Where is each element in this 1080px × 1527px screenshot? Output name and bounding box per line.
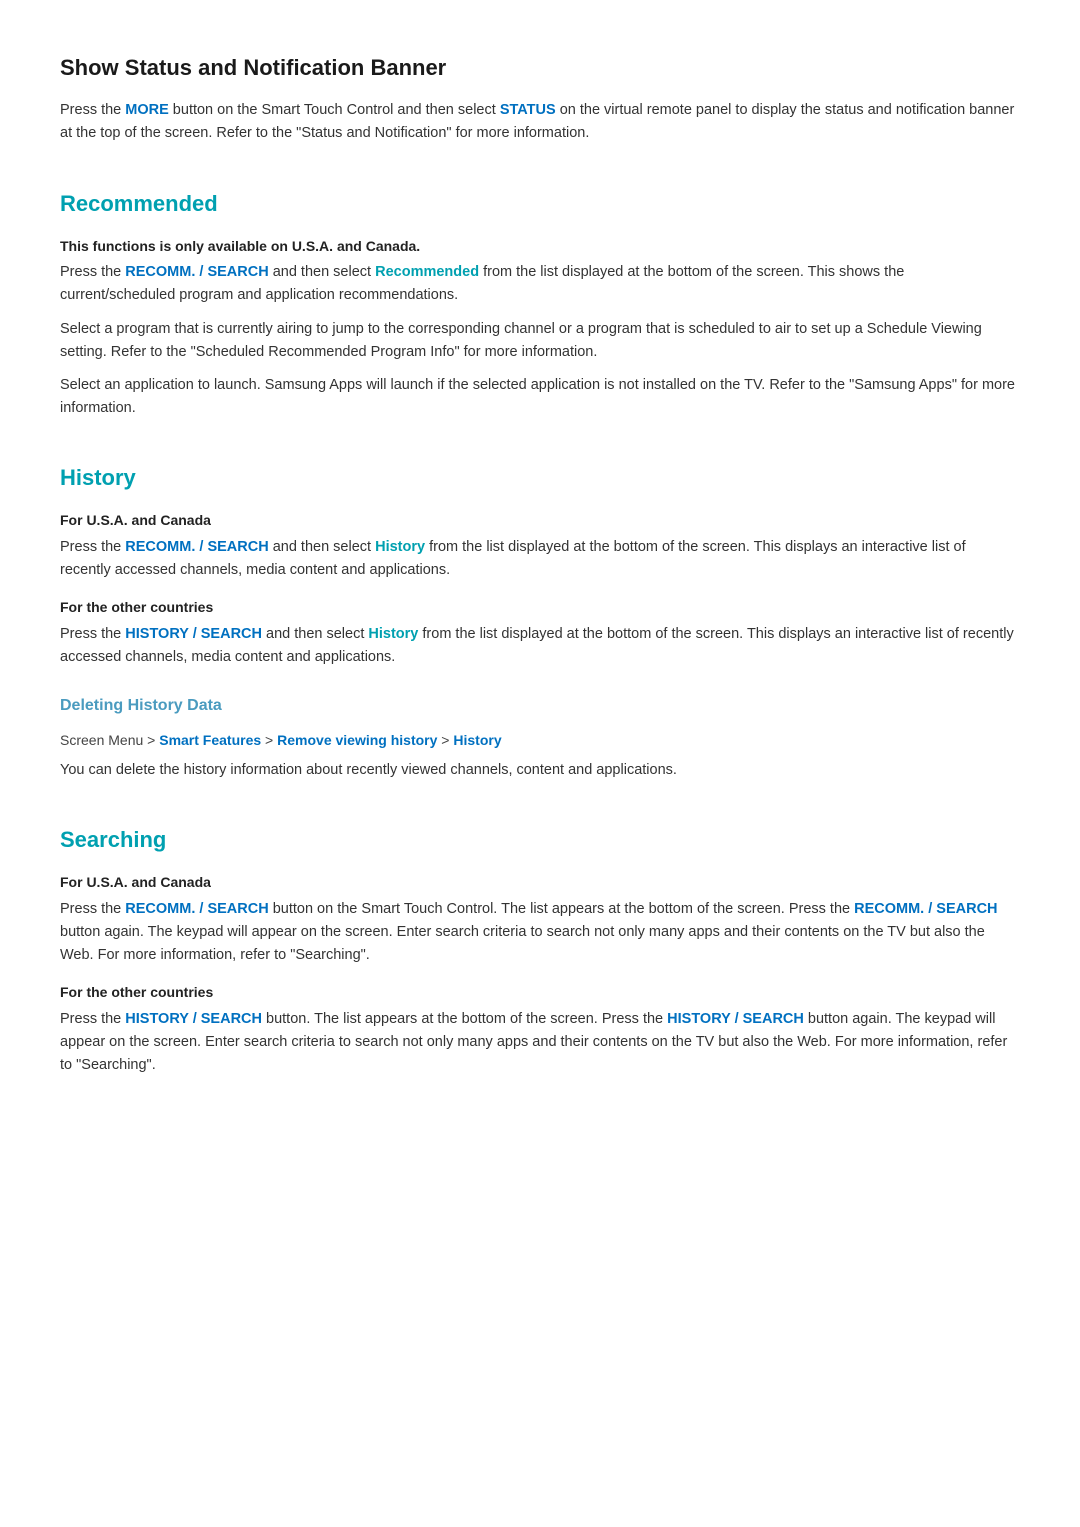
history-other-para: Press the HISTORY / SEARCH and then sele… — [60, 623, 1020, 669]
deleting-history-title: Deleting History Data — [60, 693, 1020, 719]
recomm-search-keyword-3: RECOMM. / SEARCH — [125, 901, 268, 917]
history-search-keyword-3: HISTORY / SEARCH — [667, 1011, 804, 1027]
recommended-note: This functions is only available on U.S.… — [60, 235, 1020, 257]
history-keyword-1: History — [375, 539, 425, 555]
section-recommended: Recommended This functions is only avail… — [60, 186, 1020, 421]
breadcrumb: Screen Menu > Smart Features > Remove vi… — [60, 729, 1020, 751]
recomm-search-keyword-1: RECOMM. / SEARCH — [125, 264, 268, 280]
recommended-keyword: Recommended — [375, 264, 479, 280]
searching-other-para: Press the HISTORY / SEARCH button. The l… — [60, 1008, 1020, 1078]
recomm-search-keyword-2: RECOMM. / SEARCH — [125, 539, 268, 555]
history-search-keyword-2: HISTORY / SEARCH — [125, 1011, 262, 1027]
history-other-label: For the other countries — [60, 596, 1020, 618]
breadcrumb-screen-menu: Screen Menu > — [60, 732, 159, 748]
history-keyword-2: History — [368, 626, 418, 642]
breadcrumb-history: History — [453, 732, 501, 748]
show-status-title: Show Status and Notification Banner — [60, 50, 1020, 85]
history-title: History — [60, 460, 1020, 495]
section-deleting-history: Deleting History Data Screen Menu > Smar… — [60, 693, 1020, 782]
recommended-para-3: Select an application to launch. Samsung… — [60, 374, 1020, 420]
breadcrumb-remove-viewing-history: Remove viewing history — [277, 732, 437, 748]
section-searching: Searching For U.S.A. and Canada Press th… — [60, 822, 1020, 1077]
status-keyword: STATUS — [500, 102, 556, 118]
recommended-para-1: Press the RECOMM. / SEARCH and then sele… — [60, 261, 1020, 307]
searching-title: Searching — [60, 822, 1020, 857]
history-usa-para: Press the RECOMM. / SEARCH and then sele… — [60, 536, 1020, 582]
show-status-para: Press the MORE button on the Smart Touch… — [60, 99, 1020, 145]
section-show-status: Show Status and Notification Banner Pres… — [60, 50, 1020, 146]
breadcrumb-smart-features: Smart Features — [159, 732, 261, 748]
history-usa-label: For U.S.A. and Canada — [60, 509, 1020, 531]
section-history: History For U.S.A. and Canada Press the … — [60, 460, 1020, 669]
breadcrumb-arrow-2: > — [437, 732, 453, 748]
more-keyword: MORE — [125, 102, 169, 118]
searching-other-label: For the other countries — [60, 981, 1020, 1003]
recommended-title: Recommended — [60, 186, 1020, 221]
deleting-history-para: You can delete the history information a… — [60, 759, 1020, 782]
history-search-keyword-1: HISTORY / SEARCH — [125, 626, 262, 642]
recomm-search-keyword-4: RECOMM. / SEARCH — [854, 901, 997, 917]
searching-usa-label: For U.S.A. and Canada — [60, 871, 1020, 893]
recommended-para-2: Select a program that is currently airin… — [60, 318, 1020, 364]
searching-usa-para: Press the RECOMM. / SEARCH button on the… — [60, 898, 1020, 968]
breadcrumb-arrow-1: > — [261, 732, 277, 748]
